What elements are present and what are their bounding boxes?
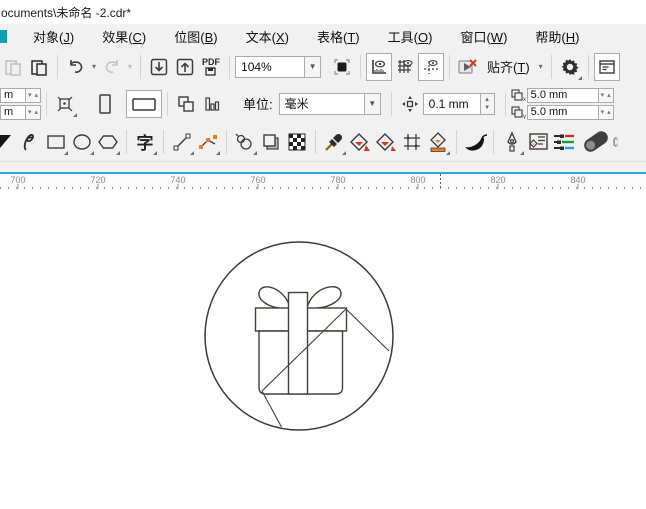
- artistic-media-tool[interactable]: [232, 128, 258, 156]
- menu-effects[interactable]: 效果(C): [88, 24, 160, 49]
- landscape-orientation-button[interactable]: [126, 89, 163, 118]
- ruler-major-tick: [97, 184, 99, 189]
- fill-tool[interactable]: [373, 128, 399, 156]
- object-height-spinner[interactable]: ▾ ▴: [26, 104, 42, 120]
- menu-window[interactable]: 窗口(W): [446, 24, 521, 49]
- ruler-major-tick: [177, 184, 179, 189]
- units-label: 单位:: [243, 97, 273, 112]
- units-dropdown-arrow[interactable]: ▼: [364, 92, 381, 115]
- smart-fill-tool[interactable]: [347, 128, 373, 156]
- publish-pdf-button[interactable]: PDF: [198, 53, 224, 81]
- current-page-layout-icon[interactable]: [199, 90, 225, 118]
- portrait-orientation-button[interactable]: [92, 90, 118, 118]
- duplicate-y-spinner[interactable]: ▾ ▴: [598, 104, 614, 120]
- full-screen-preview-button[interactable]: [329, 53, 355, 81]
- toolbar-gap: [0, 162, 646, 172]
- menu-table[interactable]: 表格(T): [303, 24, 374, 49]
- ruler-major-tick: [337, 184, 339, 189]
- transparency-tool[interactable]: [284, 128, 310, 156]
- scale-factor-icon[interactable]: [52, 90, 78, 118]
- pen-outline-tool[interactable]: [499, 128, 525, 156]
- svg-text:x: x: [523, 97, 526, 102]
- snap-disabled-icon[interactable]: [455, 53, 481, 81]
- toolbox: 字: [0, 122, 646, 162]
- gift-ribbon[interactable]: [287, 291, 309, 395]
- menu-object[interactable]: 对象(J): [19, 24, 88, 49]
- object-width-spinner[interactable]: ▾ ▴: [26, 87, 42, 103]
- nudge-spinner[interactable]: ▲ ▼: [480, 92, 495, 115]
- paste-button[interactable]: [26, 53, 52, 81]
- undo-button[interactable]: [63, 53, 89, 81]
- interactive-fill-tool[interactable]: [425, 128, 451, 156]
- zoom-level-input[interactable]: 104%: [235, 55, 306, 78]
- all-pages-layout-icon[interactable]: [173, 90, 199, 118]
- standard-toolbar: ▾ ▾ PDF 104% ▼ 贴齐(T) ▾: [0, 48, 646, 85]
- export-button[interactable]: [172, 53, 198, 81]
- horizontal-ruler[interactable]: 700 720 740 760 780 800 820 840: [0, 174, 646, 190]
- title-bar: ocuments\未命名 -2.cdr*: [0, 0, 646, 24]
- nudge-distance-input[interactable]: 0.1 mm: [422, 92, 481, 115]
- mesh-fill-tool[interactable]: [399, 128, 425, 156]
- menu-tools[interactable]: 工具(O): [374, 24, 447, 49]
- import-button[interactable]: [146, 53, 172, 81]
- options-gear-button[interactable]: [557, 53, 583, 81]
- show-rulers-toggle[interactable]: [366, 52, 393, 81]
- redo-button-disabled: [99, 53, 125, 81]
- ruler-major-tick: [497, 184, 499, 189]
- drop-shadow-tool[interactable]: [258, 128, 284, 156]
- text-tool[interactable]: 字: [132, 128, 158, 156]
- duplicate-x-icon: x: [511, 88, 526, 102]
- redo-dropdown-arrow: ▾: [128, 62, 133, 71]
- polygon-tool[interactable]: [95, 128, 121, 156]
- dialogs-button[interactable]: [593, 52, 620, 81]
- property-bar: m ▾ ▴ m ▾ ▴ 单位: 毫米 ▼ 0.1 mm ▲ ▼ x 5.0 mm…: [0, 85, 646, 122]
- duplicate-y-input[interactable]: 5.0 mm: [526, 104, 599, 120]
- line-tool[interactable]: [169, 128, 195, 156]
- color-sliders-icon[interactable]: [551, 128, 577, 156]
- nudge-distance-icon: [397, 90, 423, 118]
- ruler-major-tick: [417, 184, 419, 189]
- units-select[interactable]: 毫米: [278, 92, 365, 115]
- object-size-fields: m ▾ ▴ m ▾ ▴: [0, 87, 42, 121]
- menu-bar: 对象(J) 效果(C) 位图(B) 文本(X) 表格(T) 工具(O) 窗口(W…: [0, 24, 646, 48]
- pick-tool-fragment-icon[interactable]: [0, 135, 11, 148]
- polyline-tool[interactable]: [195, 128, 221, 156]
- menu-text[interactable]: 文本(X): [232, 24, 303, 49]
- drawing-canvas[interactable]: [0, 190, 646, 509]
- show-grid-toggle[interactable]: [392, 53, 418, 81]
- snap-to-label[interactable]: 贴齐(T): [487, 57, 530, 76]
- freehand-tool[interactable]: [17, 128, 43, 156]
- edit-fill-dialog-icon[interactable]: [525, 128, 551, 156]
- document-title: ocuments\未命名 -2.cdr*: [1, 6, 132, 20]
- zoom-dropdown-arrow[interactable]: ▼: [305, 55, 322, 78]
- ruler-major-tick: [257, 184, 259, 189]
- clipped-icon-fragment: [613, 136, 618, 147]
- snap-dropdown-arrow[interactable]: ▾: [536, 62, 546, 71]
- ellipse-tool[interactable]: [69, 128, 95, 156]
- object-height-input[interactable]: m: [0, 104, 26, 120]
- menu-bitmaps[interactable]: 位图(B): [160, 24, 231, 49]
- ruler-major-tick: [577, 184, 579, 189]
- duplicate-x-spinner[interactable]: ▾ ▴: [598, 87, 614, 103]
- menu-help[interactable]: 帮助(H): [521, 24, 593, 49]
- show-guidelines-toggle[interactable]: [418, 52, 445, 81]
- ruler-major-tick: [17, 184, 19, 189]
- object-width-input[interactable]: m: [0, 87, 26, 103]
- svg-text:y: y: [523, 114, 526, 119]
- duplicate-x-input[interactable]: 5.0 mm: [526, 87, 599, 103]
- undo-dropdown-arrow[interactable]: ▾: [89, 62, 99, 71]
- eyedropper-tool[interactable]: [321, 128, 347, 156]
- livesketch-chili-icon[interactable]: [462, 128, 488, 156]
- duplicate-distance-fields: x 5.0 mm ▾ ▴ y 5.0 mm ▾ ▴: [511, 87, 614, 121]
- toggle-pill-icon[interactable]: [581, 128, 611, 156]
- page-edge-marker: [440, 174, 441, 190]
- docked-icon-fragment: [0, 29, 7, 43]
- rectangle-tool[interactable]: [43, 128, 69, 156]
- gift-drawing[interactable]: [0, 190, 646, 509]
- paste-icon-disabled: [0, 53, 26, 81]
- duplicate-y-icon: y: [511, 105, 526, 119]
